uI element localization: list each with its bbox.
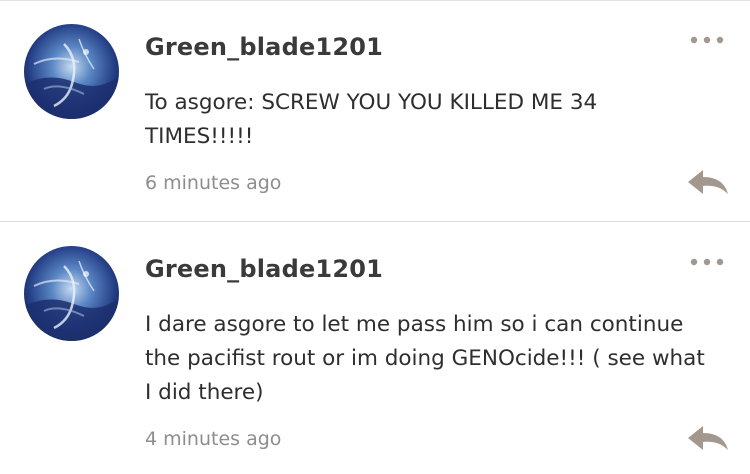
comment-item: Green_blade1201 I dare asgore to let me … — [0, 222, 750, 474]
avatar-image — [24, 24, 119, 119]
more-dots-icon — [690, 258, 724, 266]
avatar[interactable] — [24, 24, 119, 119]
username[interactable]: Green_blade1201 — [145, 252, 383, 286]
comment-text: I dare asgore to let me pass him so i ca… — [145, 312, 705, 405]
timestamp: 6 minutes ago — [145, 172, 282, 194]
reply-arrow-icon — [688, 426, 728, 450]
timestamp: 4 minutes ago — [145, 428, 282, 450]
more-dots-icon — [690, 36, 724, 44]
comment-text: To asgore: SCREW YOU YOU KILLED ME 34 TI… — [145, 90, 598, 149]
reply-button[interactable] — [686, 166, 730, 198]
avatar[interactable] — [24, 246, 119, 341]
comment-item: Green_blade1201 To asgore: SCREW YOU YOU… — [0, 0, 750, 222]
reply-button[interactable] — [686, 422, 730, 454]
username[interactable]: Green_blade1201 — [145, 30, 383, 64]
avatar-image — [24, 246, 119, 341]
reply-arrow-icon — [688, 170, 728, 194]
more-options-button[interactable] — [688, 252, 728, 272]
more-options-button[interactable] — [688, 30, 728, 50]
